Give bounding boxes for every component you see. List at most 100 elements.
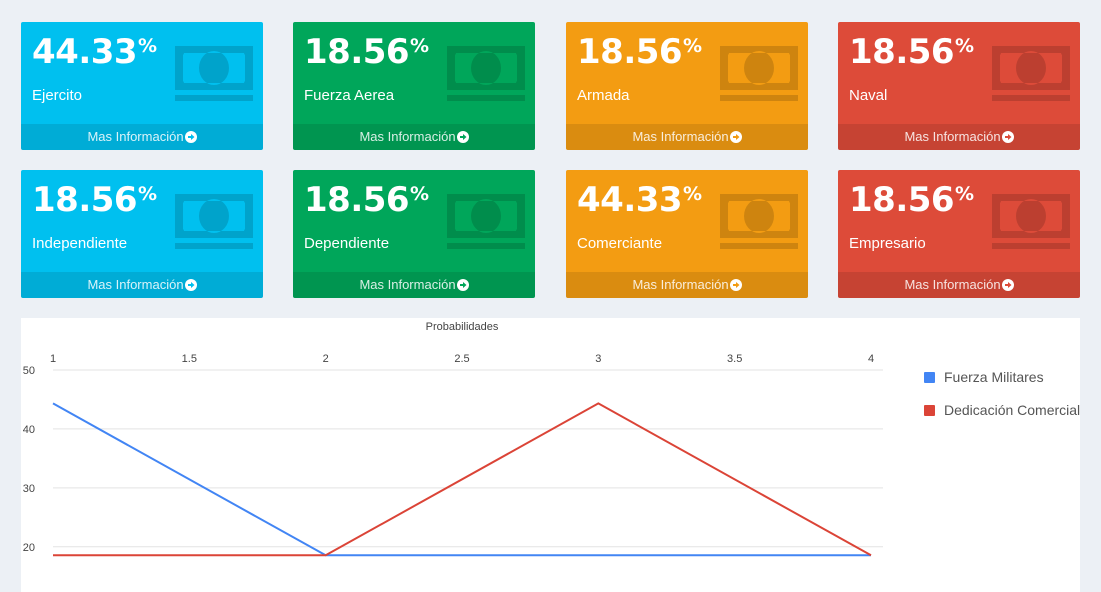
stat-value-unit: % xyxy=(138,183,157,205)
arrow-circle-right-icon xyxy=(1001,131,1014,143)
stat-value-unit: % xyxy=(410,35,429,57)
arrow-circle-right-icon xyxy=(456,131,469,143)
stat-label: Ejercito xyxy=(32,87,83,104)
stat-value-number: 44.33 xyxy=(32,32,138,72)
money-icon xyxy=(992,46,1070,101)
stat-box-naval: 18.56% Naval Mas Información xyxy=(838,22,1080,150)
stat-box-comerciante: 44.33% Comerciante Mas Información xyxy=(566,170,808,298)
stat-label: Naval xyxy=(849,87,888,104)
money-icon xyxy=(720,194,798,249)
more-info-link[interactable]: Mas Información xyxy=(566,124,808,150)
stat-box-body: 44.33% Ejercito xyxy=(21,22,263,124)
stat-value-unit: % xyxy=(955,35,974,57)
x-tick-label: 3.5 xyxy=(727,353,742,365)
chart-grid xyxy=(53,369,883,548)
y-tick-label: 40 xyxy=(23,424,35,436)
more-info-label: Mas Información xyxy=(359,277,456,292)
money-icon xyxy=(175,194,253,249)
stat-value-unit: % xyxy=(683,35,702,57)
stat-box-body: 18.56% Naval xyxy=(838,22,1080,124)
more-info-label: Mas Información xyxy=(359,129,456,144)
stat-value-number: 18.56 xyxy=(849,32,955,72)
stat-box-body: 18.56% Fuerza Aerea xyxy=(293,22,535,124)
more-info-label: Mas Información xyxy=(632,129,729,144)
line-chart: Probabilidades 1 1.5 2 2.5 3 3.5 4 50 40 30 20 Fu… xyxy=(23,321,1080,557)
more-info-link[interactable]: Mas Información xyxy=(293,124,535,150)
money-icon xyxy=(175,46,253,101)
arrow-circle-right-icon xyxy=(729,131,742,143)
stat-box-dependiente: 18.56% Dependiente Mas Información xyxy=(293,170,535,298)
money-icon xyxy=(720,46,798,101)
stat-box-fuerza-aerea: 18.56% Fuerza Aerea Mas Información xyxy=(293,22,535,150)
stat-value-number: 18.56 xyxy=(32,180,138,220)
stat-box-ejercito: 44.33% Ejercito Mas Información xyxy=(21,22,263,150)
arrow-circle-right-icon xyxy=(1001,279,1014,291)
stat-box-independiente: 18.56% Independiente Mas Información xyxy=(21,170,263,298)
stat-label: Comerciante xyxy=(577,235,663,252)
stat-value: 18.56% xyxy=(304,35,429,69)
stat-label: Fuerza Aerea xyxy=(304,87,395,104)
arrow-circle-right-icon xyxy=(729,279,742,291)
money-icon xyxy=(992,194,1070,249)
y-tick-label: 30 xyxy=(23,483,35,495)
stat-box-empresario: 18.56% Empresario Mas Información xyxy=(838,170,1080,298)
x-tick-label: 3 xyxy=(595,353,601,365)
stat-box-body: 18.56% Independiente xyxy=(21,170,263,272)
more-info-link[interactable]: Mas Información xyxy=(838,124,1080,150)
stat-box-body: 18.56% Dependiente xyxy=(293,170,535,272)
stat-value-number: 18.56 xyxy=(304,32,410,72)
x-tick-label: 2 xyxy=(323,353,329,365)
more-info-link[interactable]: Mas Información xyxy=(293,272,535,298)
more-info-label: Mas Información xyxy=(87,129,184,144)
stat-label: Independiente xyxy=(32,235,128,252)
stat-value: 18.56% xyxy=(577,35,702,69)
legend-swatch xyxy=(924,372,935,383)
money-icon xyxy=(447,46,525,101)
more-info-label: Mas Información xyxy=(904,129,1001,144)
stat-value: 44.33% xyxy=(32,35,157,69)
stat-value-number: 18.56 xyxy=(849,180,955,220)
more-info-label: Mas Información xyxy=(87,277,184,292)
arrow-circle-right-icon xyxy=(456,279,469,291)
x-axis-ticks: 1 1.5 2 2.5 3 3.5 4 xyxy=(50,353,874,365)
stat-value-number: 18.56 xyxy=(304,180,410,220)
more-info-link[interactable]: Mas Información xyxy=(21,124,263,150)
stat-value: 18.56% xyxy=(849,35,974,69)
y-tick-label: 20 xyxy=(23,542,35,554)
stat-box-armada: 18.56% Armada Mas Información xyxy=(566,22,808,150)
more-info-link[interactable]: Mas Información xyxy=(21,272,263,298)
x-tick-label: 1.5 xyxy=(182,353,197,365)
stat-label: Empresario xyxy=(849,235,926,252)
x-tick-label: 2.5 xyxy=(454,353,469,365)
more-info-label: Mas Información xyxy=(632,277,729,292)
y-tick-label: 50 xyxy=(23,365,35,377)
chart-title: Probabilidades xyxy=(426,321,499,333)
stat-label: Armada xyxy=(577,87,630,104)
stat-box-body: 18.56% Armada xyxy=(566,22,808,124)
stat-value-unit: % xyxy=(410,183,429,205)
stat-label: Dependiente xyxy=(304,235,390,252)
stat-value-unit: % xyxy=(138,35,157,57)
x-tick-label: 1 xyxy=(50,353,56,365)
more-info-link[interactable]: Mas Información xyxy=(566,272,808,298)
stat-value-number: 44.33 xyxy=(577,180,683,220)
legend-label: Dedicación Comercial xyxy=(944,402,1080,418)
stat-value: 18.56% xyxy=(32,183,157,217)
chart-series xyxy=(52,402,872,557)
more-info-link[interactable]: Mas Información xyxy=(838,272,1080,298)
stat-value-unit: % xyxy=(683,183,702,205)
arrow-circle-right-icon xyxy=(184,279,197,291)
stat-value: 18.56% xyxy=(304,183,429,217)
stat-box-body: 44.33% Comerciante xyxy=(566,170,808,272)
x-tick-label: 4 xyxy=(868,353,874,365)
stat-value: 44.33% xyxy=(577,183,702,217)
chart-legend: Fuerza Militares Dedicación Comercial xyxy=(924,369,1080,418)
stat-value-number: 18.56 xyxy=(577,32,683,72)
legend-swatch xyxy=(924,405,935,416)
more-info-label: Mas Información xyxy=(904,277,1001,292)
legend-label: Fuerza Militares xyxy=(944,369,1044,385)
series-line-2 xyxy=(53,402,872,557)
money-icon xyxy=(447,194,525,249)
stat-box-body: 18.56% Empresario xyxy=(838,170,1080,272)
y-axis-ticks: 50 40 30 20 xyxy=(23,365,35,554)
